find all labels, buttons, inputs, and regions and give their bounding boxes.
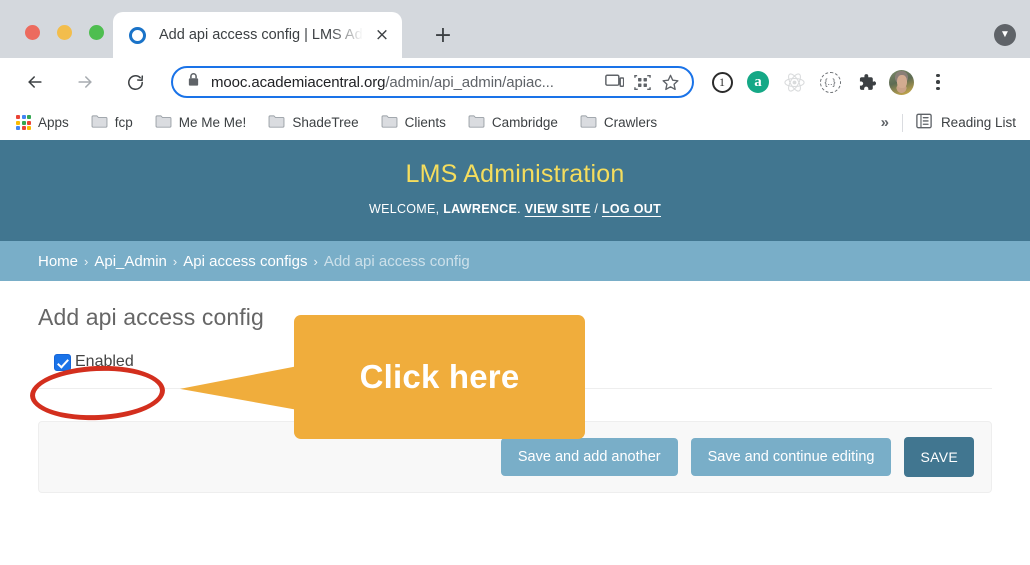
new-tab-button[interactable]: + — [430, 23, 456, 49]
reading-list-label: Reading List — [940, 115, 1016, 130]
site-title: LMS Administration — [405, 160, 625, 188]
apps-grid-icon — [16, 115, 31, 130]
url-host: mooc.academiacentral.org — [211, 73, 386, 91]
browser-tab[interactable]: Add api access config | LMS Ad × — [113, 12, 402, 58]
bookmark-label: Clients — [404, 115, 446, 130]
browser-toolbar: mooc.academiacentral.org/admin/api_admin… — [0, 58, 1030, 106]
profile-avatar[interactable] — [889, 69, 914, 95]
one-password-extension-icon[interactable]: 1 — [709, 69, 735, 95]
bookmark-me-me-me[interactable]: Me Me Me! — [155, 114, 247, 131]
url-path: /admin/api_admin/apiac... — [385, 73, 554, 91]
reading-list-button[interactable]: Reading List — [916, 113, 1016, 132]
qr-code-icon[interactable] — [634, 74, 651, 91]
user-tools: WELCOME, LAWRENCE. VIEW SITE / LOG OUT — [0, 202, 1030, 216]
tab-close-icon[interactable]: × — [372, 25, 392, 45]
breadcrumb-item-current: Add api access config — [323, 252, 470, 270]
welcome-prefix: WELCOME, — [368, 202, 440, 216]
save-and-continue-editing-button[interactable]: Save and continue editing — [690, 438, 892, 476]
view-site-link[interactable]: VIEW SITE — [525, 202, 591, 216]
browser-window: Add api access config | LMS Ad × + ▼ moo… — [0, 0, 1030, 565]
reload-icon[interactable] — [118, 65, 152, 99]
folder-icon — [268, 114, 285, 131]
annotation-callout: Click here — [294, 315, 585, 439]
bookmark-fcp[interactable]: fcp — [91, 114, 133, 131]
bookmark-label: Apps — [38, 115, 69, 130]
folder-icon — [155, 114, 172, 131]
welcome-suffix: . — [517, 202, 521, 216]
bookmark-label: Cambridge — [491, 115, 558, 130]
tab-strip: Add api access config | LMS Ad × + ▼ — [0, 0, 1030, 58]
close-window-button[interactable] — [25, 25, 40, 40]
username: LAWRENCE — [443, 202, 518, 216]
bookmark-label: ShadeTree — [292, 115, 359, 130]
tab-title: Add api access config | LMS Ad — [159, 27, 363, 43]
react-devtools-extension-icon[interactable] — [781, 69, 807, 95]
breadcrumb-item-api-access-configs[interactable]: Api access configs — [183, 253, 307, 270]
folder-icon — [580, 114, 597, 131]
dotted-circle-extension-icon[interactable]: {..} — [817, 69, 843, 95]
bookmark-apps[interactable]: Apps — [16, 115, 69, 130]
folder-icon — [468, 114, 485, 131]
bookmark-clients[interactable]: Clients — [381, 114, 446, 131]
bookmark-label: fcp — [114, 115, 133, 130]
bookmark-shadetree[interactable]: ShadeTree — [268, 114, 359, 131]
folder-icon — [91, 114, 108, 131]
url-text: mooc.academiacentral.org/admin/api_admin… — [211, 74, 595, 91]
breadcrumb-separator: › — [172, 253, 178, 269]
annotation-callout-text: Click here — [359, 358, 520, 395]
bookmark-cambridge[interactable]: Cambridge — [468, 114, 558, 131]
bookmark-label: Crawlers — [603, 115, 658, 130]
bookmarks-overflow-icon[interactable]: » — [881, 114, 889, 131]
breadcrumb-separator: › — [84, 253, 89, 269]
bookmark-star-icon[interactable] — [661, 73, 680, 92]
save-and-add-another-button[interactable]: Save and add another — [500, 438, 678, 476]
browser-menu-icon[interactable] — [927, 69, 949, 95]
log-out-link[interactable]: LOG OUT — [602, 202, 661, 216]
folder-icon — [381, 114, 398, 131]
minimize-window-button[interactable] — [57, 25, 72, 40]
site-header: LMS Administration WELCOME, LAWRENCE. VI… — [0, 140, 1030, 241]
reading-list-icon — [916, 113, 932, 132]
bookmark-crawlers[interactable]: Crawlers — [580, 114, 657, 131]
window-controls — [25, 25, 104, 40]
cast-icon[interactable] — [605, 74, 624, 90]
maximize-window-button[interactable] — [89, 25, 104, 40]
breadcrumb-item-api-admin[interactable]: Api_Admin — [94, 253, 167, 270]
lock-icon — [187, 72, 200, 92]
address-bar[interactable]: mooc.academiacentral.org/admin/api_admin… — [171, 66, 694, 98]
extension-icons: 1 a {..} — [709, 69, 949, 95]
back-icon[interactable] — [18, 65, 52, 99]
extensions-puzzle-icon[interactable] — [853, 69, 879, 95]
bookmarks-bar: Apps fcp Me Me Me! ShadeTree Clients Cam… — [0, 106, 1030, 140]
divider — [901, 113, 903, 132]
enabled-checkbox[interactable] — [54, 353, 71, 371]
breadcrumb-separator: › — [313, 253, 318, 269]
tab-search-icon[interactable]: ▼ — [994, 24, 1016, 46]
bookmark-label: Me Me Me! — [178, 115, 247, 130]
grammarly-extension-icon[interactable]: a — [745, 69, 771, 95]
bookmarks-bar-right: » Reading List — [881, 113, 1016, 132]
forward-icon[interactable] — [68, 65, 102, 99]
breadcrumb-item-home[interactable]: Home — [38, 253, 78, 270]
breadcrumb: Home › Api_Admin › Api access configs › … — [0, 241, 1030, 281]
link-separator: / — [594, 202, 599, 216]
save-button[interactable]: SAVE — [904, 437, 974, 477]
tab-favicon-icon — [129, 26, 146, 44]
